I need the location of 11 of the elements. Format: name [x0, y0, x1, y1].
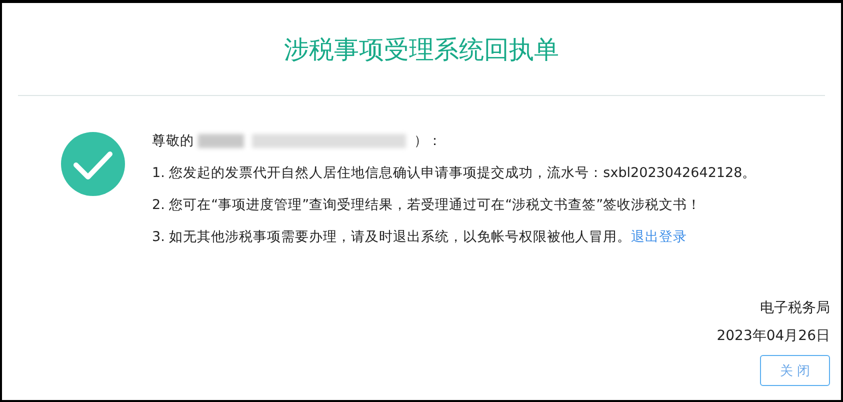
- greeting-punctuation: ）：: [414, 132, 442, 151]
- notice-text: 2. 您可在“事项进度管理”查询受理结果，若受理通过可在“涉税文书查签”签收涉税文书！: [152, 197, 702, 213]
- notice-text: 3. 如无其他涉税事项需要办理，请及时退出系统，以免帐号权限被他人冒用。: [152, 229, 632, 245]
- date-text: 2023年04月26日: [716, 327, 830, 345]
- logout-link[interactable]: 退出登录: [631, 229, 688, 245]
- checkmark-icon: [60, 131, 126, 197]
- close-button[interactable]: 关 闭: [760, 355, 830, 386]
- issuer-text: 电子税务局: [760, 299, 830, 317]
- greeting-text: 尊敬的: [152, 132, 194, 151]
- notice-text: 1. 您发起的发票代开自然人居住地信息确认申请事项提交成功，流水号：sxbl2023042642128。: [152, 165, 756, 181]
- receipt-title: 涉税事项受理系统回执单: [284, 34, 559, 66]
